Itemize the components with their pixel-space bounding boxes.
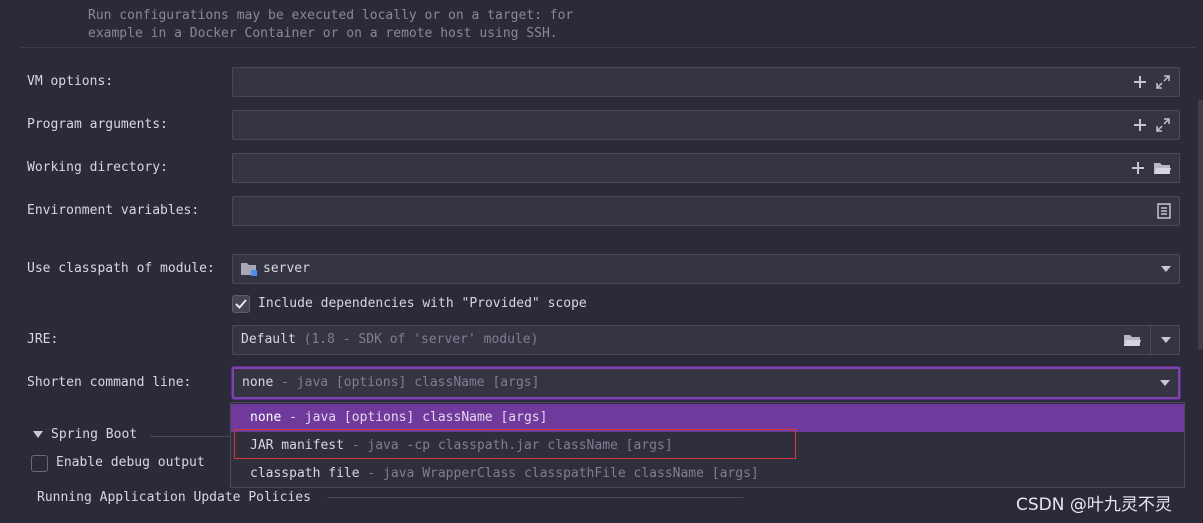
jre-separator — [1150, 326, 1151, 354]
folder-icon[interactable] — [1123, 333, 1141, 351]
running-update-policies-label: Running Application Update Policies — [37, 490, 311, 505]
environment-variables-label: Environment variables: — [27, 203, 200, 218]
enable-debug-label: Enable debug output — [56, 455, 205, 470]
classpath-module-label: Use classpath of module: — [27, 261, 215, 276]
option-detail: - java WrapperClass classpathFile classN… — [367, 466, 759, 481]
collapse-triangle-icon — [33, 431, 43, 438]
spring-boot-title: Spring Boot — [51, 427, 138, 442]
shorten-value: none — [242, 375, 274, 390]
vm-options-field[interactable] — [232, 67, 1180, 97]
shorten-command-line-combo[interactable]: none - java [options] className [args] — [232, 367, 1180, 399]
environment-variables-field[interactable] — [232, 196, 1180, 226]
add-icon[interactable] — [1133, 118, 1147, 132]
option-name: classpath file — [250, 466, 360, 481]
option-classpath-file[interactable]: classpath file - java WrapperClass class… — [231, 460, 1184, 488]
document-list-icon[interactable] — [1157, 203, 1171, 219]
option-name: none — [250, 410, 282, 425]
include-dependencies-label: Include dependencies with "Provided" sco… — [258, 296, 587, 311]
chevron-down-icon — [1160, 380, 1170, 386]
highlight-box — [234, 429, 796, 459]
include-dependencies-checkbox[interactable] — [232, 295, 250, 313]
enable-debug-checkbox[interactable] — [31, 455, 48, 472]
option-detail: - java [options] className [args] — [289, 410, 548, 425]
jre-combo[interactable]: Default (1.8 - SDK of 'server' module) — [232, 325, 1180, 355]
scrollbar[interactable] — [1198, 100, 1203, 350]
expand-icon[interactable] — [1155, 74, 1171, 90]
jre-value: Default — [241, 332, 296, 347]
jre-value-text: Default (1.8 - SDK of 'server' module) — [241, 326, 538, 354]
module-value: server — [263, 261, 310, 276]
add-icon[interactable] — [1131, 161, 1145, 175]
info-line-1: Run configurations may be executed local… — [88, 8, 574, 23]
option-none[interactable]: none - java [options] className [args] — [231, 404, 1184, 432]
section-separator — [150, 436, 230, 437]
chevron-down-icon[interactable] — [1161, 337, 1171, 343]
module-folder-icon — [240, 261, 258, 281]
info-line-2: example in a Docker Container or on a re… — [88, 26, 558, 41]
chevron-down-icon — [1161, 266, 1171, 272]
classpath-module-combo[interactable]: server — [232, 254, 1180, 284]
folder-icon[interactable] — [1153, 161, 1171, 175]
working-directory-field[interactable] — [232, 153, 1180, 183]
top-divider — [20, 47, 1196, 48]
spring-boot-section[interactable]: Spring Boot — [33, 427, 137, 442]
program-arguments-field[interactable] — [232, 110, 1180, 140]
policies-separator — [327, 497, 743, 498]
jre-label: JRE: — [27, 332, 59, 347]
shorten-value-detail: - java [options] className [args] — [281, 375, 540, 390]
working-directory-label: Working directory: — [27, 160, 168, 175]
shorten-value-text: none - java [options] className [args] — [242, 369, 539, 397]
watermark: CSDN @叶九灵不灵 — [1016, 495, 1172, 515]
program-arguments-label: Program arguments: — [27, 117, 168, 132]
expand-icon[interactable] — [1155, 117, 1171, 133]
run-config-info: Run configurations may be executed local… — [88, 7, 573, 43]
checkmark-icon — [235, 299, 247, 309]
shorten-command-line-label: Shorten command line: — [27, 375, 192, 390]
vm-options-label: VM options: — [27, 74, 114, 89]
add-icon[interactable] — [1133, 75, 1147, 89]
jre-detail: (1.8 - SDK of 'server' module) — [303, 332, 539, 347]
